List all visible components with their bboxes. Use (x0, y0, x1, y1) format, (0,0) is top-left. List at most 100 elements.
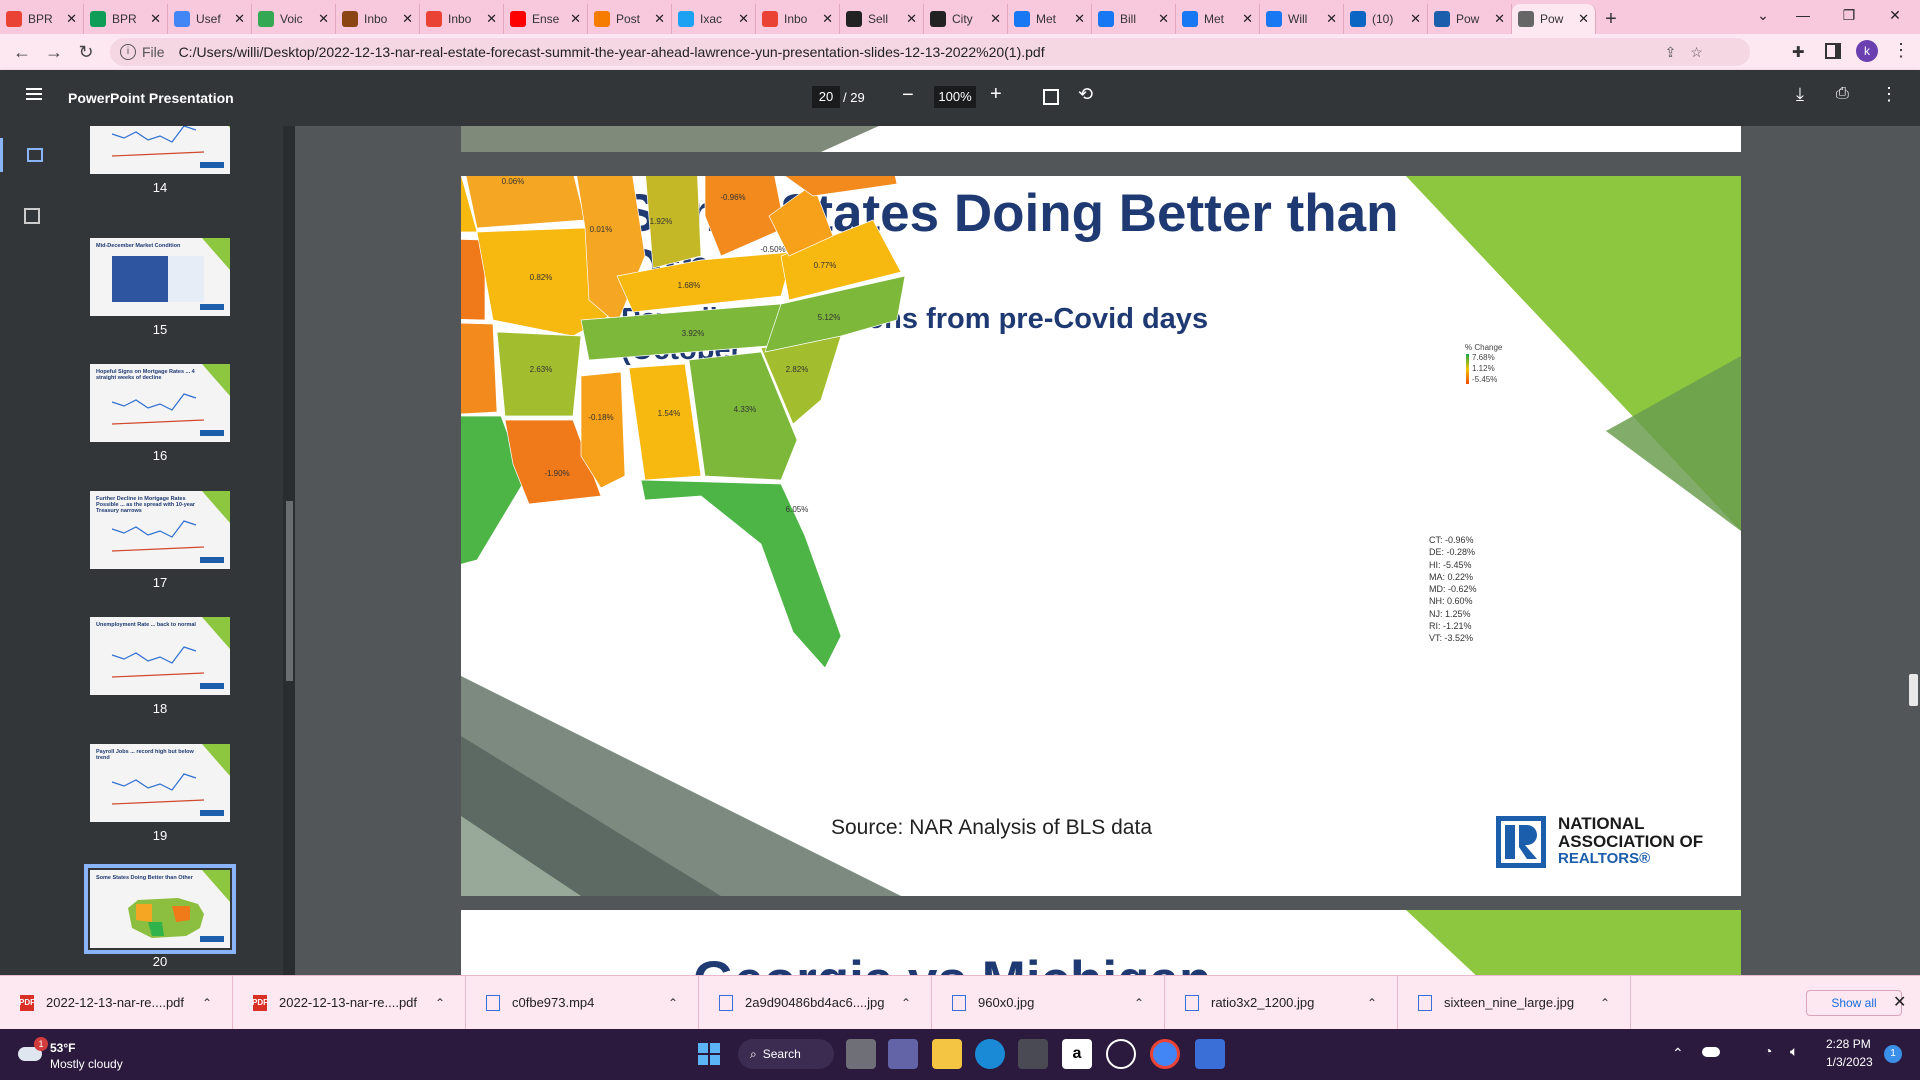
browser-tab[interactable]: Ixac ✕ (672, 4, 756, 34)
amazon-icon[interactable]: a (1062, 1039, 1092, 1069)
close-tab-icon[interactable]: ✕ (402, 11, 413, 27)
close-tab-icon[interactable]: ✕ (1158, 11, 1169, 27)
browser-tab[interactable]: (10) ✕ (1344, 4, 1428, 34)
page-thumbnail[interactable]: Further Decline in Mortgage Rates Possib… (90, 491, 230, 569)
github-desktop-icon[interactable] (1106, 1039, 1136, 1069)
new-tab-button[interactable]: + (1596, 4, 1626, 34)
page-thumbnail[interactable]: Unemployment Rate ... back to normal (90, 617, 230, 695)
rotate-icon[interactable]: ⟲ (1078, 84, 1093, 105)
browser-tab[interactable]: BPR ✕ (0, 4, 84, 34)
viewer-scrollbar-thumb[interactable] (1909, 674, 1918, 706)
outline-view-icon[interactable] (24, 208, 40, 224)
file-explorer-icon[interactable] (932, 1039, 962, 1069)
bookmark-star-icon[interactable]: ☆ (1690, 44, 1703, 61)
chevron-up-icon[interactable]: ⌃ (901, 996, 911, 1010)
minimize-button[interactable]: — (1780, 0, 1826, 30)
page-number-input[interactable]: 20 (812, 86, 840, 108)
close-tab-icon[interactable]: ✕ (1326, 11, 1337, 27)
hamburger-menu-icon[interactable] (26, 88, 42, 100)
browser-tab[interactable]: Usef ✕ (168, 4, 252, 34)
pdf-viewer[interactable]: Some States Doing Better than Other Payr… (295, 126, 1920, 975)
download-item[interactable]: c0fbe973.mp4 ⌃ (466, 975, 699, 1030)
close-tab-icon[interactable]: ✕ (1578, 11, 1589, 27)
info-icon[interactable]: i (120, 44, 136, 60)
close-tab-icon[interactable]: ✕ (1074, 11, 1085, 27)
close-tab-icon[interactable]: ✕ (234, 11, 245, 27)
browser-tab[interactable]: Inbo ✕ (336, 4, 420, 34)
chevron-up-icon[interactable]: ⌃ (1367, 996, 1377, 1010)
store-icon[interactable] (1018, 1039, 1048, 1069)
profile-avatar[interactable]: k (1856, 40, 1878, 62)
forward-button[interactable]: → (38, 38, 70, 66)
close-window-button[interactable]: ✕ (1872, 0, 1918, 30)
weather-widget[interactable]: 1 53°F Mostly cloudy (12, 1035, 152, 1075)
close-tab-icon[interactable]: ✕ (570, 11, 581, 27)
show-all-button[interactable]: Show all (1806, 990, 1902, 1016)
clock-time[interactable]: 2:28 PM (1826, 1037, 1871, 1051)
browser-tab[interactable]: Pow ✕ (1428, 4, 1512, 34)
more-options-icon[interactable]: ⋮ (1880, 84, 1898, 105)
close-tab-icon[interactable]: ✕ (1410, 11, 1421, 27)
close-tab-icon[interactable]: ✕ (486, 11, 497, 27)
chevron-up-icon[interactable]: ⌃ (1600, 996, 1610, 1010)
download-item[interactable]: sixteen_nine_large.jpg ⌃ (1398, 975, 1631, 1030)
taskbar-search[interactable]: ⌕ Search (738, 1039, 834, 1069)
zoom-out-button[interactable]: − (902, 84, 914, 107)
browser-tab[interactable]: City ✕ (924, 4, 1008, 34)
browser-tab[interactable]: Sell ✕ (840, 4, 924, 34)
browser-tab[interactable]: Bill ✕ (1092, 4, 1176, 34)
browser-tab[interactable]: Pow ✕ (1512, 4, 1596, 34)
download-item[interactable]: PDF 2022-12-13-nar-re....pdf ⌃ (0, 975, 233, 1030)
browser-tab[interactable]: BPR ✕ (84, 4, 168, 34)
chevron-up-icon[interactable]: ⌃ (202, 996, 212, 1010)
teams-icon[interactable] (888, 1039, 918, 1069)
thumbnail-view-icon[interactable] (0, 138, 68, 172)
app-icon[interactable] (1195, 1039, 1225, 1069)
volume-icon[interactable]: 🔈︎ (1790, 1043, 1798, 1060)
fit-page-icon[interactable] (1043, 89, 1059, 105)
browser-tab[interactable]: Ense ✕ (504, 4, 588, 34)
close-tab-icon[interactable]: ✕ (1242, 11, 1253, 27)
close-tab-icon[interactable]: ✕ (822, 11, 833, 27)
download-item[interactable]: ratio3x2_1200.jpg ⌃ (1165, 975, 1398, 1030)
download-item[interactable]: 960x0.jpg ⌃ (932, 975, 1165, 1030)
close-tab-icon[interactable]: ✕ (654, 11, 665, 27)
chrome-menu-icon[interactable]: ⋮ (1892, 40, 1910, 61)
start-button[interactable] (694, 1039, 724, 1069)
clock-date[interactable]: 1/3/2023 (1826, 1055, 1873, 1069)
reload-button[interactable]: ↻ (70, 38, 102, 66)
download-item[interactable]: PDF 2022-12-13-nar-re....pdf ⌃ (233, 975, 466, 1030)
close-tab-icon[interactable]: ✕ (150, 11, 161, 27)
sidebar-scrollbar[interactable] (283, 126, 295, 975)
browser-tab[interactable]: Inbo ✕ (420, 4, 504, 34)
side-panel-icon[interactable] (1825, 43, 1841, 59)
browser-tab[interactable]: Inbo ✕ (756, 4, 840, 34)
notification-badge[interactable]: 1 (1884, 1045, 1902, 1063)
close-tab-icon[interactable]: ✕ (990, 11, 1001, 27)
chevron-up-icon[interactable]: ⌃ (668, 996, 678, 1010)
extensions-icon[interactable]: ✚ (1792, 43, 1805, 61)
browser-tab[interactable]: Voic ✕ (252, 4, 336, 34)
page-thumbnail[interactable]: Payroll Jobs ... record high but below t… (90, 744, 230, 822)
maximize-button[interactable]: ❐ (1826, 0, 1872, 30)
onedrive-icon[interactable] (1702, 1047, 1720, 1057)
browser-tab[interactable]: Met ✕ (1008, 4, 1092, 34)
close-tab-icon[interactable]: ✕ (906, 11, 917, 27)
share-icon[interactable]: ⇪ (1665, 44, 1677, 61)
url-text[interactable]: C:/Users/willi/Desktop/2022-12-13-nar-re… (179, 44, 1649, 60)
zoom-level-input[interactable]: 100% (934, 86, 976, 108)
close-tab-icon[interactable]: ✕ (738, 11, 749, 27)
browser-tab[interactable]: Met ✕ (1176, 4, 1260, 34)
browser-tab[interactable]: Post ✕ (588, 4, 672, 34)
edge-icon[interactable] (975, 1039, 1005, 1069)
page-thumbnail[interactable] (90, 126, 230, 174)
zoom-in-button[interactable]: + (990, 83, 1002, 106)
browser-tab[interactable]: Will ✕ (1260, 4, 1344, 34)
network-icon[interactable]: ◔ (1764, 1043, 1772, 1059)
close-tab-icon[interactable]: ✕ (318, 11, 329, 27)
omnibox[interactable]: i File C:/Users/willi/Desktop/2022-12-13… (110, 38, 1750, 66)
back-button[interactable]: ← (6, 38, 38, 66)
page-thumbnail[interactable]: Some States Doing Better than Other (84, 864, 236, 954)
chevron-up-icon[interactable]: ⌃ (1672, 1045, 1684, 1062)
print-icon[interactable]: ⎙ (1836, 85, 1849, 103)
